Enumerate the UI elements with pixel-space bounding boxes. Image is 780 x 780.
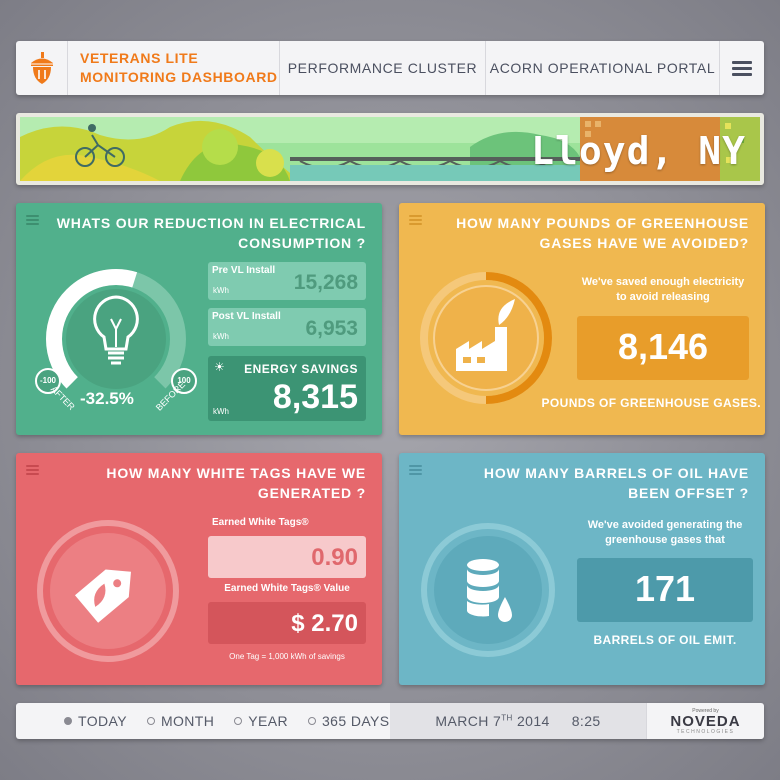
- location-name: Lloyd, NY: [531, 129, 746, 173]
- post-install-label: Post VL Install: [212, 311, 281, 322]
- range-month[interactable]: MONTH: [146, 713, 215, 729]
- title-line-2: MONITORING DASHBOARD: [80, 69, 278, 85]
- tags-value-box: $ 2.70: [208, 602, 366, 644]
- brand-name: NOVEDA: [670, 712, 741, 730]
- date-month-day: MARCH 7: [435, 713, 502, 729]
- date-time-display: MARCH 7TH 2014 8:25: [390, 703, 646, 739]
- oil-barrel-badge: [421, 523, 555, 657]
- greenhouse-value-box: 8,146: [577, 316, 749, 380]
- card-menu-icon[interactable]: [409, 465, 422, 477]
- top-nav-bar: VETERANS LITE MONITORING DASHBOARD PERFO…: [16, 41, 764, 95]
- acorn-icon: [30, 52, 53, 84]
- range-year[interactable]: YEAR: [234, 713, 288, 729]
- radio-dot-icon: [64, 717, 72, 725]
- energy-savings-value: 8,315: [272, 378, 358, 416]
- banner-illustration: Lloyd, NY: [20, 117, 760, 181]
- energy-savings-box: ☀ ENERGY SAVINGS 8,315 kWh: [208, 356, 366, 421]
- card-title-line-1: WHATS OUR REDUCTION IN ELECTRICAL: [56, 215, 366, 231]
- tag-conversion-note: One Tag = 1,000 kWh of savings: [229, 652, 345, 661]
- card-title-line-2: CONSUMPTION ?: [238, 235, 366, 251]
- white-tags-card: HOW MANY WHITE TAGS HAVE WE GENERATED ? …: [16, 453, 382, 685]
- range-today[interactable]: TODAY: [64, 713, 127, 729]
- oil-value: 171: [634, 568, 696, 609]
- pre-install-value: 15,268: [293, 271, 358, 294]
- hamburger-icon: [732, 58, 752, 79]
- pre-install-label: Pre VL Install: [212, 265, 276, 276]
- oil-barrels-card: HOW MANY BARRELS OF OIL HAVE BEEN OFFSET…: [399, 453, 765, 685]
- current-time: 8:25: [571, 713, 601, 729]
- pre-install-unit: kWh: [213, 286, 229, 295]
- greenhouse-gases-card: HOW MANY POUNDS OF GREENHOUSE GASES HAVE…: [399, 203, 765, 435]
- card-menu-icon[interactable]: [26, 215, 39, 227]
- card-title: WHATS OUR REDUCTION IN ELECTRICAL CONSUM…: [46, 213, 366, 253]
- brand-subtitle: TECHNOLOGIES: [676, 728, 735, 735]
- oil-value-box: 171: [577, 558, 753, 622]
- pre-install-box: Pre VL Install 15,268 kWh: [208, 262, 366, 300]
- card-title: HOW MANY WHITE TAGS HAVE WE GENERATED ?: [46, 463, 366, 503]
- radio-dot-icon: [234, 717, 243, 725]
- dashboard-title: VETERANS LITE MONITORING DASHBOARD: [68, 41, 280, 95]
- card-menu-icon[interactable]: [409, 215, 422, 227]
- nav-acorn-operational-portal[interactable]: ACORN OPERATIONAL PORTAL: [486, 41, 720, 95]
- energy-savings-unit: kWh: [213, 407, 229, 416]
- card-title-line-2: GENERATED ?: [257, 485, 366, 501]
- card-title-line-2: GASES HAVE WE AVOIDED?: [539, 235, 749, 251]
- nav-performance-cluster[interactable]: PERFORMANCE CLUSTER: [280, 41, 486, 95]
- earned-tags-label: Earned White Tags®: [212, 517, 309, 528]
- gauge-value: -32.5%: [80, 389, 134, 408]
- tags-value-label: Earned White Tags® Value: [224, 583, 350, 594]
- post-install-unit: kWh: [213, 332, 229, 341]
- oil-caption: BARRELS OF OIL EMIT.: [593, 633, 737, 647]
- greenhouse-desc-line-2: to avoid releasing: [616, 291, 710, 303]
- location-banner: Lloyd, NY: [16, 113, 764, 185]
- energy-savings-label: ENERGY SAVINGS: [244, 362, 358, 376]
- card-title-line-2: BEEN OFFSET ?: [628, 485, 749, 501]
- card-title-line-1: HOW MANY POUNDS OF GREENHOUSE: [456, 215, 749, 231]
- card-title: HOW MANY POUNDS OF GREENHOUSE GASES HAVE…: [429, 213, 749, 253]
- noveda-logo[interactable]: Powered by NOVEDA TECHNOLOGIES: [646, 703, 764, 739]
- time-range-selector: TODAY MONTH YEAR 365 DAYS: [16, 703, 390, 739]
- date-year: 2014: [516, 713, 550, 729]
- radio-dot-icon: [146, 717, 155, 725]
- earned-tags-value: 0.90: [311, 544, 358, 571]
- card-title-line-1: HOW MANY BARRELS OF OIL HAVE: [483, 465, 749, 481]
- oil-desc-line-1: We've avoided generating the: [587, 519, 743, 531]
- card-title-line-1: HOW MANY WHITE TAGS HAVE WE: [106, 465, 366, 481]
- title-line-1: VETERANS LITE: [80, 50, 199, 66]
- current-date: MARCH 7TH 2014: [435, 713, 549, 729]
- range-label: TODAY: [78, 713, 127, 729]
- sun-icon: ☀: [214, 360, 225, 374]
- factory-badge: [420, 272, 552, 404]
- card-menu-icon[interactable]: [26, 465, 39, 477]
- greenhouse-value: 8,146: [617, 326, 709, 367]
- main-menu-button[interactable]: [720, 41, 764, 95]
- range-label: YEAR: [248, 713, 288, 729]
- tags-value-amount: $ 2.70: [291, 610, 358, 637]
- range-label: MONTH: [160, 713, 215, 729]
- post-install-box: Post VL Install 6,953 kWh: [208, 308, 366, 346]
- card-title: HOW MANY BARRELS OF OIL HAVE BEEN OFFSET…: [429, 463, 749, 503]
- acorn-logo[interactable]: [16, 41, 68, 95]
- date-suffix: TH: [501, 713, 513, 723]
- radio-dot-icon: [308, 717, 316, 725]
- range-365-days[interactable]: 365 DAYS: [308, 713, 390, 729]
- oil-desc-line-2: greenhouse gases that: [605, 534, 725, 546]
- greenhouse-caption: POUNDS OF GREENHOUSE GASES.: [541, 396, 761, 410]
- greenhouse-desc-line-1: We've saved enough electricity: [581, 276, 745, 288]
- post-install-value: 6,953: [305, 317, 358, 340]
- range-label: 365 DAYS: [322, 713, 390, 729]
- earned-tags-box: 0.90: [208, 536, 366, 578]
- tag-badge: [37, 520, 179, 662]
- electrical-reduction-card: WHATS OUR REDUCTION IN ELECTRICAL CONSUM…: [16, 203, 382, 435]
- footer-bar: TODAY MONTH YEAR 365 DAYS MARCH 7TH 2014…: [16, 703, 764, 739]
